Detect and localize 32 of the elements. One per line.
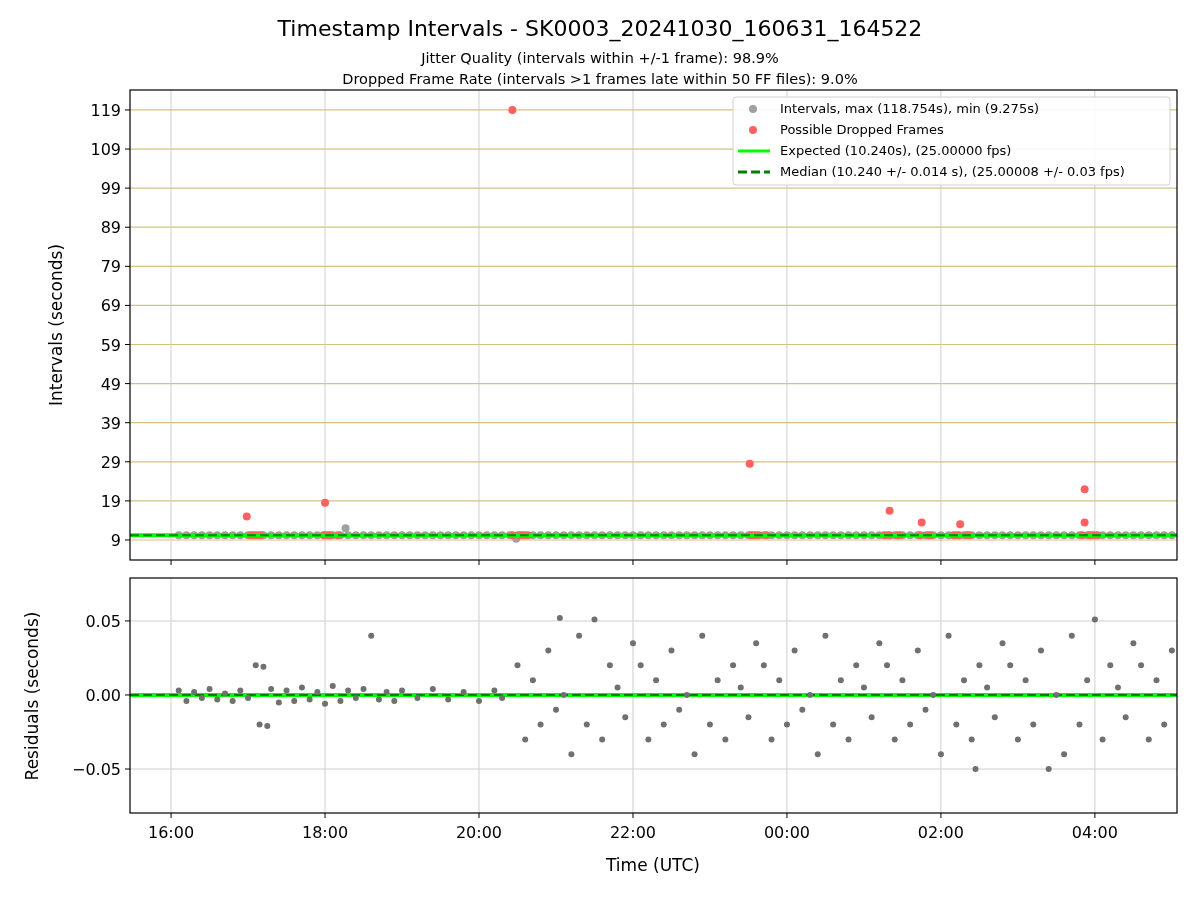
axis-tick-label: 89 bbox=[100, 218, 121, 238]
axis-tick-label: 04:00 bbox=[1071, 823, 1118, 842]
axis-tick-label: 18:00 bbox=[301, 823, 349, 842]
axis-tick-label: 49 bbox=[100, 374, 121, 394]
legend-label: Expected (10.240s), (25.00000 fps) bbox=[780, 143, 1012, 158]
legend-label: Possible Dropped Frames bbox=[780, 122, 944, 137]
axis-tick-label: 16:00 bbox=[148, 823, 195, 842]
axis-label: Intervals (seconds) bbox=[46, 243, 66, 407]
axis-tick-label: 00:00 bbox=[763, 823, 810, 842]
axis-tick-label: −0.05 bbox=[71, 760, 121, 779]
chart-subtitle: Jitter Quality (intervals within +/-1 frame): 98.9% bbox=[421, 50, 779, 66]
axis-tick-label: 79 bbox=[100, 257, 121, 277]
axis-tick-label: 20:00 bbox=[455, 823, 503, 842]
axis-label: Residuals (seconds) bbox=[22, 611, 42, 781]
axis-tick-label: 0.00 bbox=[85, 686, 121, 705]
axis-tick-label: 29 bbox=[100, 452, 121, 472]
legend-label: Intervals, max (118.754s), min (9.275s) bbox=[780, 101, 1039, 116]
legend-label: Median (10.240 +/- 0.014 s), (25.00008 +/- 0.03 fps) bbox=[780, 164, 1125, 179]
axis-tick-label: 99 bbox=[100, 179, 121, 199]
axis-tick-label: 0.05 bbox=[85, 611, 121, 631]
axis-tick-label: 22:00 bbox=[609, 823, 657, 842]
chart-subtitle: Dropped Frame Rate (intervals >1 frames late within 50 FF files): 9.0% bbox=[342, 71, 858, 87]
axis-label: Time (UTC) bbox=[606, 855, 700, 875]
axis-tick-label: 19 bbox=[100, 491, 121, 511]
axis-tick-label: 69 bbox=[100, 296, 121, 316]
axis-tick-label: 9 bbox=[110, 531, 121, 550]
axis-tick-label: 119 bbox=[90, 100, 121, 120]
chart-title: Timestamp Intervals - SK0003_20241030_160631_164522 bbox=[277, 16, 923, 41]
axis-tick-label: 59 bbox=[100, 335, 121, 355]
axis-tick-label: 02:00 bbox=[917, 823, 964, 842]
axis-tick-label: 109 bbox=[90, 140, 121, 160]
axis-tick-label: 39 bbox=[100, 413, 121, 433]
